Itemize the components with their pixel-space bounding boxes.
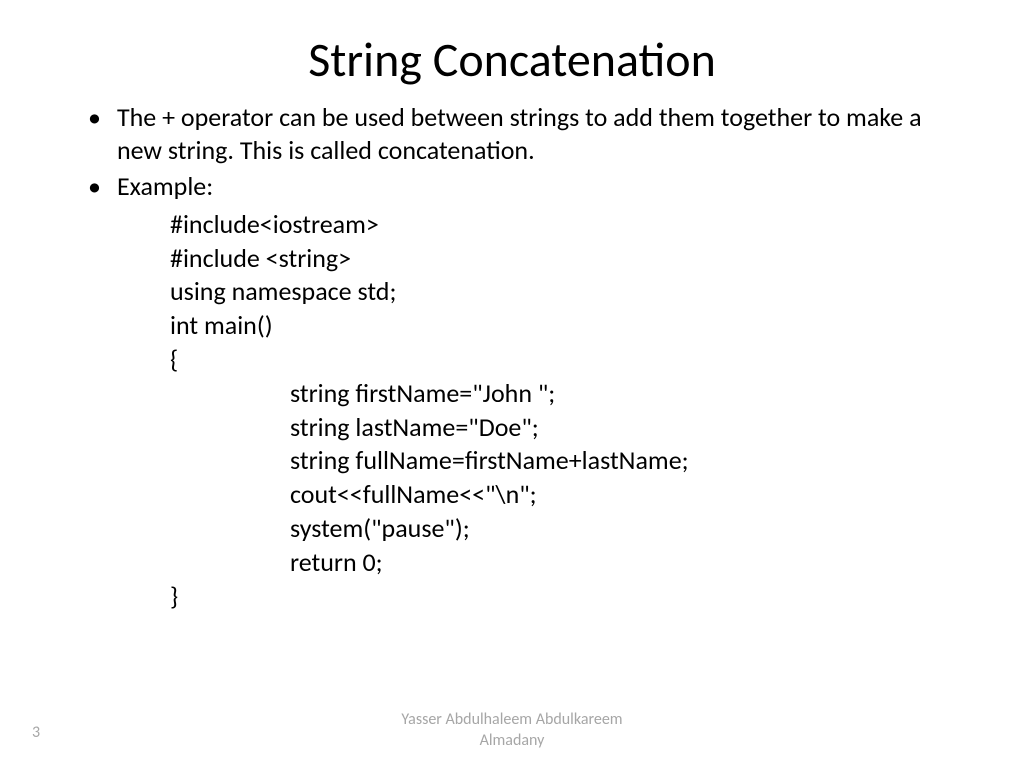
bullet-marker: •: [88, 170, 101, 204]
code-line: cout<<fullName<<"\n";: [290, 478, 936, 512]
author-name: Yasser Abdulhaleem AbdulkareemAlmadany: [0, 710, 1024, 752]
bullet-item: • Example:: [88, 170, 936, 204]
bullet-item: • The + operator can be used between str…: [88, 101, 936, 166]
code-line: #include<iostream>: [170, 208, 936, 242]
bullet-text: The + operator can be used between strin…: [117, 101, 936, 166]
bullet-text: Example:: [117, 170, 213, 203]
slide-title: String Concatenation: [0, 30, 1024, 89]
code-line: return 0;: [290, 546, 936, 580]
bullet-marker: •: [88, 101, 101, 135]
page-number: 3: [32, 723, 40, 742]
slide-footer: 3 Yasser Abdulhaleem AbdulkareemAlmadany: [0, 710, 1024, 752]
code-line: string fullName=firstName+lastName;: [290, 444, 936, 478]
code-line: #include <string>: [170, 242, 936, 276]
code-line: {: [170, 343, 936, 377]
code-line: int main(): [170, 309, 936, 343]
code-line: system("pause");: [290, 512, 936, 546]
code-line: string lastName="Doe";: [290, 411, 936, 445]
code-line: }: [170, 580, 936, 614]
slide-content: • The + operator can be used between str…: [0, 101, 1024, 613]
slide: String Concatenation • The + operator ca…: [0, 0, 1024, 768]
code-line: using namespace std;: [170, 275, 936, 309]
code-block: #include<iostream> #include <string> usi…: [170, 208, 936, 614]
code-line: string firstName="John ";: [290, 377, 936, 411]
